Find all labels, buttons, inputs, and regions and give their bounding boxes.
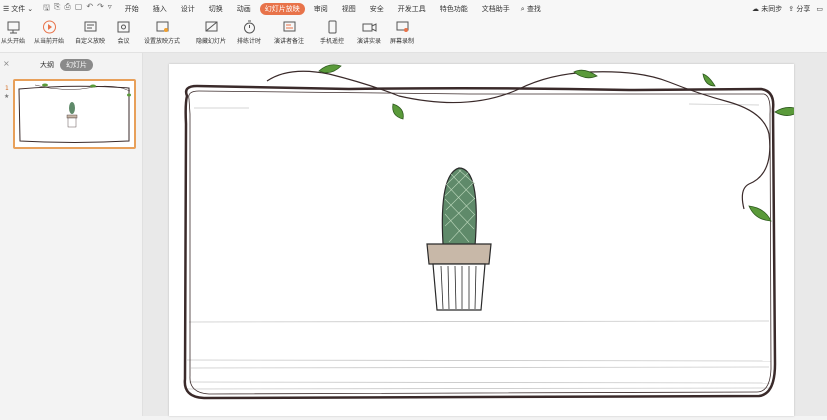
cactus-illustration — [426, 167, 492, 311]
print-icon[interactable]: ⎙ — [64, 2, 70, 16]
close-panel-icon[interactable]: × — [3, 59, 10, 68]
tab-6[interactable]: 审阅 — [309, 3, 333, 15]
preview-icon[interactable]: ▢ — [75, 2, 83, 16]
from-start-label: 从头开始 — [1, 38, 26, 45]
leaf — [318, 64, 342, 74]
share-button[interactable]: ⇪ 分享 — [788, 4, 810, 14]
custom-show-button[interactable]: 自定义放映 — [75, 20, 105, 45]
tab-11[interactable]: 文档助手 — [477, 3, 515, 15]
tab-outline[interactable]: 大纲 — [40, 60, 54, 70]
record-live-button[interactable]: 演讲实录 — [357, 20, 381, 45]
hide-slide-button[interactable]: 隐藏幻灯片 — [196, 20, 226, 45]
hamburger-icon: ☰ — [3, 5, 10, 13]
play-circle-icon — [42, 20, 57, 34]
share-label: 分享 — [796, 5, 811, 13]
ribbon-toolbar: 从头开始 从当前开始 自定义放映 会议 设置放映方式 隐藏幻灯片 排练计时 演讲… — [0, 18, 827, 53]
video-camera-icon — [362, 20, 377, 34]
phone-remote-button[interactable]: 手机遥控 — [320, 20, 344, 45]
tab-0[interactable]: 开始 — [120, 3, 144, 15]
leaf — [774, 107, 802, 116]
share-icon: ⇪ — [788, 5, 795, 13]
slide-star-icon: ★ — [4, 93, 10, 100]
setup-show-button[interactable]: 设置放映方式 — [144, 20, 180, 45]
presenter-notes-button[interactable]: 演讲者备注 — [274, 20, 304, 45]
screen-record-icon — [395, 20, 410, 34]
cloud-icon: ☁ — [752, 5, 760, 13]
from-current-button[interactable]: 从当前开始 — [34, 20, 64, 45]
tab-slides[interactable]: 幻灯片 — [60, 59, 93, 71]
export-icon[interactable]: ⎘ — [54, 2, 60, 16]
screen-record-button[interactable]: 屏幕录制 — [390, 20, 414, 45]
setup-show-label: 设置放映方式 — [144, 38, 181, 45]
tab-2[interactable]: 设计 — [176, 3, 200, 15]
notes-icon — [282, 20, 297, 34]
slide-artwork — [183, 64, 802, 400]
save-icon[interactable]: 🖫 — [43, 2, 50, 16]
chevron-down-icon: ⌄ — [27, 5, 34, 13]
search-button[interactable]: ⌕ 查找 — [517, 4, 545, 14]
custom-show-icon — [83, 20, 98, 34]
tab-4[interactable]: 动画 — [232, 3, 256, 15]
presenter-notes-label: 演讲者备注 — [274, 38, 305, 45]
timer-icon — [242, 20, 257, 34]
hand-drawn-frame — [183, 84, 777, 400]
record-live-label: 演讲实录 — [357, 38, 382, 45]
custom-show-label: 自定义放映 — [75, 38, 106, 45]
from-start-button[interactable]: 从头开始 — [1, 20, 25, 45]
slide-thumbnail[interactable] — [13, 79, 136, 149]
leaf — [748, 205, 772, 222]
redo-icon[interactable]: ↷ — [97, 2, 104, 16]
rehearse-button[interactable]: 排练计时 — [237, 20, 261, 45]
tab-1[interactable]: 插入 — [148, 3, 172, 15]
quick-access-toolbar: 🖫 ⎘ ⎙ ▢ ↶ ↷ ▿ — [37, 2, 118, 16]
from-current-label: 从当前开始 — [34, 38, 65, 45]
file-menu-label: 文件 — [11, 5, 26, 13]
comment-icon[interactable]: ▭ — [816, 5, 823, 13]
search-label: 查找 — [526, 5, 541, 13]
leaf — [392, 103, 404, 120]
hide-slide-label: 隐藏幻灯片 — [196, 38, 227, 45]
screen-record-label: 屏幕录制 — [390, 38, 415, 45]
thumbnail-preview — [18, 83, 131, 143]
hide-slide-icon — [204, 20, 219, 34]
meeting-button[interactable]: 会议 — [116, 20, 131, 45]
ribbon-tabs: 开始 插入 设计 切换 动画 幻灯片放映 审阅 视图 安全 开发工具 特色功能 文档助手 — [118, 3, 517, 15]
tab-3[interactable]: 切换 — [204, 3, 228, 15]
phone-icon — [325, 20, 340, 34]
tab-9[interactable]: 开发工具 — [393, 3, 431, 15]
setup-show-icon — [155, 20, 170, 34]
sync-status[interactable]: ☁ 未同步 — [752, 4, 782, 14]
vine — [266, 70, 771, 210]
tab-5[interactable]: 幻灯片放映 — [259, 3, 305, 15]
meeting-label: 会议 — [117, 38, 130, 45]
meeting-icon — [116, 20, 131, 34]
play-from-start-icon — [6, 20, 21, 34]
menu-bar: ☰ 文件 ⌄ 🖫 ⎘ ⎙ ▢ ↶ ↷ ▿ 开始 插入 设计 切换 动画 幻灯片放映 审阅 视图… — [0, 0, 827, 18]
slide-number: 1 — [5, 85, 9, 92]
sync-label: 未同步 — [761, 5, 783, 13]
phone-remote-label: 手机遥控 — [320, 38, 345, 45]
tab-7[interactable]: 视图 — [337, 3, 361, 15]
panel-tabs: 大纲 幻灯片 — [40, 59, 93, 71]
rehearse-label: 排练计时 — [237, 38, 262, 45]
slide-canvas[interactable] — [169, 64, 802, 416]
search-icon: ⌕ — [520, 5, 525, 13]
undo-icon[interactable]: ↶ — [86, 2, 93, 16]
tab-10[interactable]: 特色功能 — [435, 3, 473, 15]
customize-icon[interactable]: ▿ — [108, 2, 112, 16]
file-menu[interactable]: ☰ 文件 ⌄ — [0, 4, 37, 14]
tab-8[interactable]: 安全 — [365, 3, 389, 15]
leaf — [702, 73, 716, 87]
